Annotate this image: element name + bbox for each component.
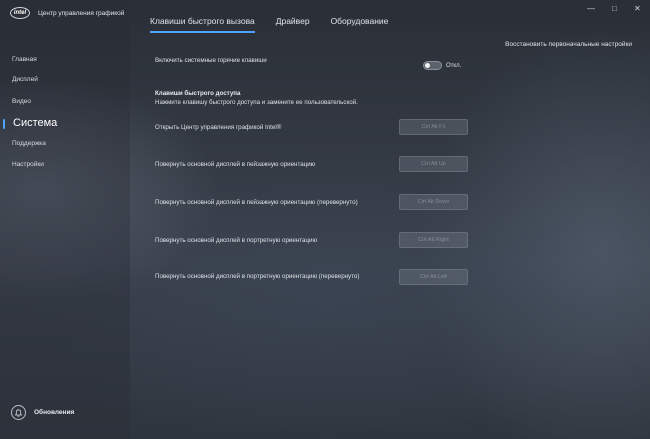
hotkey-field-portrait[interactable]: Ctrl Alt Right bbox=[399, 232, 468, 248]
updates-label: Обновления bbox=[34, 409, 75, 416]
toggle-state-label: Откл. bbox=[446, 63, 462, 69]
hotkeys-section-description: Нажмите клавишу быстрого доступа и замен… bbox=[155, 99, 358, 106]
hotkey-field-landscape-flipped[interactable]: Ctrl Alt Down bbox=[399, 194, 468, 210]
maximize-button[interactable]: □ bbox=[612, 4, 617, 13]
app-title: Центр управления графикой bbox=[38, 9, 125, 17]
restore-defaults-link[interactable]: Восстановить первоначальные настройки bbox=[505, 41, 632, 48]
hotkey-label-landscape: Повернуть основной дисплей в пейзажную о… bbox=[155, 161, 316, 168]
hotkey-label-portrait: Повернуть основной дисплей в портретную … bbox=[155, 237, 318, 244]
updates-button[interactable]: Обновления bbox=[11, 405, 74, 420]
tab-hardware[interactable]: Оборудование bbox=[331, 0, 389, 34]
active-indicator bbox=[3, 119, 5, 129]
system-hotkeys-label: Включить системные горячие клавиши bbox=[155, 57, 267, 64]
sidebar-item-system[interactable]: Система bbox=[13, 117, 57, 129]
system-hotkeys-toggle[interactable] bbox=[423, 61, 442, 70]
hotkeys-section-title: Клавиши быстрого доступа bbox=[155, 90, 241, 97]
bell-icon bbox=[11, 405, 26, 420]
sidebar-item-display[interactable]: Дисплей bbox=[12, 76, 38, 83]
tab-bar: Клавиши быстрого вызова Драйвер Оборудов… bbox=[150, 0, 409, 34]
close-button[interactable]: ✕ bbox=[634, 4, 641, 13]
tab-hotkeys[interactable]: Клавиши быстрого вызова bbox=[150, 0, 255, 34]
hotkey-label-portrait-flipped: Повернуть основной дисплей в портретную … bbox=[155, 273, 360, 280]
tab-driver[interactable]: Драйвер bbox=[276, 0, 310, 34]
minimize-button[interactable]: — bbox=[587, 4, 595, 13]
sidebar-item-video[interactable]: Видео bbox=[12, 98, 31, 105]
intel-logo: intel bbox=[10, 7, 30, 19]
app-brand: intel Центр управления графикой bbox=[10, 7, 124, 19]
hotkey-field-landscape[interactable]: Ctrl Alt Up bbox=[399, 156, 468, 172]
sidebar-item-home[interactable]: Главная bbox=[12, 56, 37, 63]
toggle-knob bbox=[425, 63, 430, 68]
hotkey-label-open-app: Открыть Центр управления графикой Intel® bbox=[155, 124, 282, 131]
sidebar-item-support[interactable]: Поддержка bbox=[12, 140, 46, 147]
sidebar-item-settings[interactable]: Настройки bbox=[12, 161, 44, 168]
hotkey-field-portrait-flipped[interactable]: Ctrl Alt Left bbox=[399, 269, 468, 285]
hotkey-label-landscape-flipped: Повернуть основной дисплей в пейзажную о… bbox=[155, 199, 358, 206]
hotkey-field-open-app[interactable]: Ctrl Alt F1 bbox=[399, 119, 468, 135]
sidebar: intel Центр управления графикой Главная … bbox=[0, 0, 130, 439]
